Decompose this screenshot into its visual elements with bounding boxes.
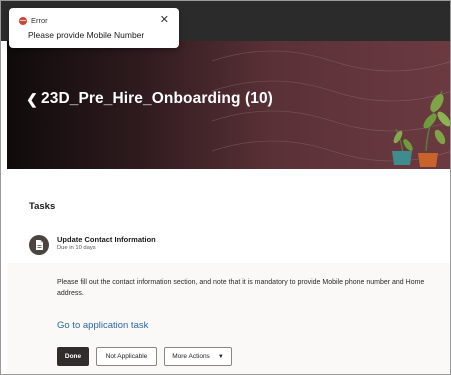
go-to-application-task-link[interactable]: Go to application task (57, 320, 148, 331)
not-applicable-button[interactable]: Not Applicable (96, 347, 157, 366)
error-icon: — (19, 17, 27, 25)
caret-down-icon: ▼ (217, 353, 224, 360)
plant-illustration (392, 90, 450, 167)
more-actions-button[interactable]: More Actions ▼ (164, 347, 232, 366)
more-actions-label: More Actions (172, 353, 210, 360)
task-due-date: Due in 10 days (57, 245, 96, 251)
task-type-badge (29, 235, 49, 255)
app-frame: ❮ 23D_Pre_Hire_Onboarding (10) Tasks Upd… (0, 0, 451, 375)
tasks-heading: Tasks (29, 201, 56, 212)
page-banner: ❮ 23D_Pre_Hire_Onboarding (10) (7, 41, 450, 169)
back-button[interactable]: ❮ (25, 91, 39, 108)
done-button[interactable]: Done (57, 347, 89, 366)
task-detail-panel: Please fill out the contact information … (7, 263, 450, 374)
task-description: Please fill out the contact information … (57, 279, 425, 297)
tasks-section: Tasks Update Contact Information Due in … (7, 169, 450, 374)
toast-message: Please provide Mobile Number (28, 30, 145, 40)
error-toast: — Error Please provide Mobile Number ✕ (9, 8, 179, 48)
task-title[interactable]: Update Contact Information (57, 235, 156, 244)
document-icon (36, 240, 43, 250)
close-icon[interactable]: ✕ (160, 15, 169, 26)
toast-type-label: Error (31, 16, 48, 25)
chevron-left-icon: ❮ (26, 91, 38, 107)
banner-left-edge (1, 41, 7, 169)
page-title: 23D_Pre_Hire_Onboarding (10) (41, 90, 273, 107)
